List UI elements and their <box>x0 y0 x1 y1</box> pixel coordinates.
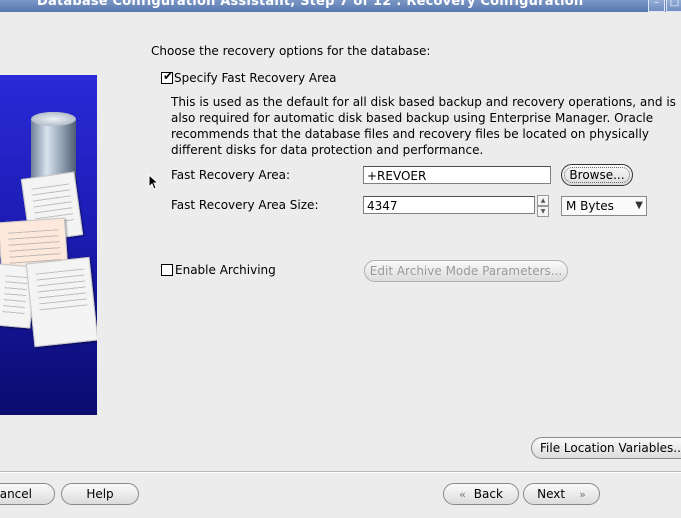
enable-archiving-label[interactable]: Enable Archiving <box>175 263 276 277</box>
chevron-down-icon: ▼ <box>635 200 643 211</box>
next-chevron-icon: » <box>579 488 586 501</box>
fra-location-label: Fast Recovery Area: <box>171 168 291 182</box>
back-chevron-icon: « <box>459 488 466 501</box>
fra-description: This is used as the default for all disk… <box>171 95 676 157</box>
footer-divider <box>0 471 681 473</box>
help-button[interactable]: Help <box>61 483 139 505</box>
maximize-icon[interactable]: □ <box>666 0 681 12</box>
back-button[interactable]: « Back <box>443 483 519 505</box>
pointer-cursor-icon <box>148 174 160 190</box>
specify-fra-label[interactable]: Specify Fast Recovery Area <box>174 71 336 85</box>
next-label: Next <box>537 487 566 501</box>
size-unit-value: M Bytes <box>566 199 614 213</box>
browse-button[interactable]: Browse... <box>561 164 633 186</box>
spin-up-icon[interactable]: ▲ <box>537 195 549 206</box>
specify-fra-checkbox[interactable]: ✔ <box>161 69 174 84</box>
fra-size-spinner[interactable]: ▲ ▼ <box>537 195 549 217</box>
edit-archive-params-button[interactable]: Edit Archive Mode Parameters... <box>364 260 568 282</box>
fra-size-label: Fast Recovery Area Size: <box>171 198 319 212</box>
cancel-button[interactable]: Cancel <box>0 483 55 505</box>
fra-location-input[interactable]: +REVOER <box>363 166 551 184</box>
wizard-illustration <box>0 75 97 415</box>
next-button[interactable]: Next » <box>523 483 600 505</box>
fra-size-input[interactable]: 4347 <box>363 196 535 214</box>
title-bar: Database Configuration Assistant, Step 7… <box>0 0 681 12</box>
size-unit-select[interactable]: M Bytes ▼ <box>561 196 647 216</box>
spin-down-icon[interactable]: ▼ <box>537 206 549 217</box>
browse-button-label: Browse... <box>564 167 630 183</box>
back-label: Back <box>473 487 503 501</box>
window-title: Database Configuration Assistant, Step 7… <box>37 0 584 9</box>
minimize-icon[interactable]: – <box>648 0 665 12</box>
enable-archiving-checkbox[interactable] <box>161 264 173 276</box>
document-icon <box>25 256 97 348</box>
check-icon: ✔ <box>163 69 174 83</box>
file-location-variables-button[interactable]: File Location Variables... <box>531 437 681 459</box>
intro-text: Choose the recovery options for the data… <box>151 44 431 58</box>
